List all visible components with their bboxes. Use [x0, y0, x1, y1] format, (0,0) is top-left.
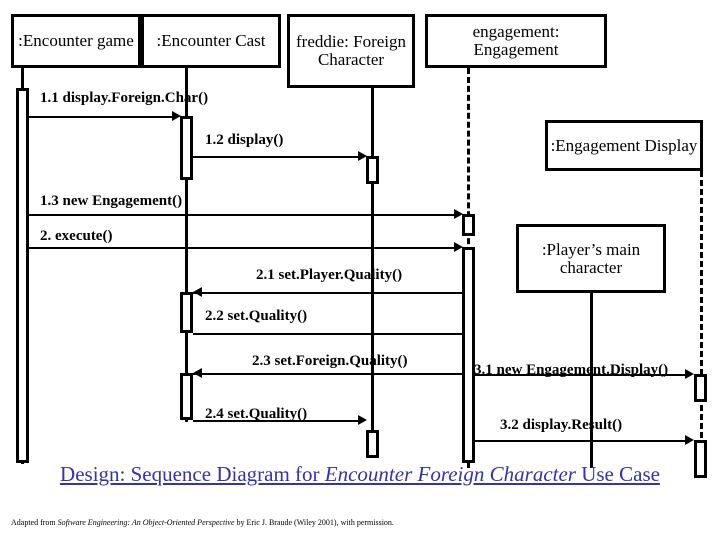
- message-label-1-1: 1.1 display.Foreign.Char(): [40, 90, 209, 106]
- message-line-2-1: [193, 292, 462, 294]
- message-line-2: [28, 247, 458, 249]
- caption-prefix: Design: Sequence Diagram for: [60, 462, 325, 486]
- message-line-3-2: [475, 440, 690, 442]
- message-arrow-1-1: [172, 111, 181, 121]
- note-box-engagement-display[interactable]: :Engagement Display: [545, 120, 703, 171]
- participant-label-engagement: engagement: Engagement: [472, 22, 560, 59]
- message-arrow-1-2: [358, 151, 367, 161]
- footnote-italic: Software Engineering: An Object-Oriented…: [57, 518, 235, 527]
- note-label-engagement-display: :Engagement Display: [550, 135, 698, 155]
- activation-encounter-game-1: [16, 88, 29, 463]
- participant-box-freddie[interactable]: freddie: Foreign Character: [287, 14, 415, 88]
- caption-italic: Encounter Foreign Character: [324, 462, 576, 486]
- footnote-suffix: by Eric J. Braude (Wiley 2001), with per…: [234, 518, 394, 527]
- message-arrow-1-3: [454, 209, 463, 219]
- participant-box-engagement[interactable]: engagement: Engagement: [425, 14, 607, 68]
- sequence-diagram-canvas: :Encounter game :Encounter Cast freddie:…: [0, 0, 720, 540]
- participant-box-encounter-cast[interactable]: :Encounter Cast: [141, 14, 281, 68]
- activation-engagement-2: [462, 247, 475, 463]
- activation-engagement-display-1: [694, 374, 707, 402]
- message-arrow-2-4: [358, 415, 367, 425]
- activation-freddie-2: [366, 430, 379, 458]
- participant-label-freddie: freddie: Foreign Character: [296, 32, 406, 69]
- caption-suffix: Use Case: [575, 462, 660, 486]
- footnote-prefix: Adapted from: [11, 518, 58, 527]
- lifeline-engagement-display: [700, 171, 703, 465]
- message-label-3-2: 3.2 display.Result(): [500, 417, 623, 433]
- participant-label-encounter-game: :Encounter game: [18, 31, 134, 51]
- message-label-2-3: 2.3 set.Foreign.Quality(): [252, 353, 408, 369]
- activation-freddie-1: [366, 156, 379, 184]
- message-line-1-1: [28, 116, 176, 118]
- message-arrow-3-2: [685, 435, 694, 445]
- message-line-2-2: [193, 333, 462, 335]
- message-label-1-3: 1.3 new Engagement(): [40, 193, 183, 209]
- activation-encounter-cast-3: [180, 373, 193, 420]
- participant-box-encounter-game[interactable]: :Encounter game: [11, 14, 141, 68]
- activation-encounter-cast-2: [180, 292, 193, 333]
- message-label-2-2: 2.2 set.Quality(): [205, 308, 308, 324]
- message-arrow-3-1: [685, 369, 694, 379]
- message-line-2-3: [193, 373, 462, 375]
- diagram-footnote: Adapted from Software Engineering: An Ob…: [11, 518, 711, 528]
- message-label-2-4: 2.4 set.Quality(): [205, 406, 308, 422]
- message-label-3-1: 3.1 new Engagement.Display(): [474, 362, 669, 378]
- participant-label-encounter-cast: :Encounter Cast: [156, 31, 266, 51]
- message-line-1-3: [28, 214, 458, 216]
- activation-encounter-cast-1: [180, 116, 193, 180]
- message-arrow-2: [454, 242, 463, 252]
- message-label-2: 2. execute(): [40, 228, 113, 244]
- diagram-caption: Design: Sequence Diagram for Encounter F…: [0, 462, 720, 488]
- message-label-1-2: 1.2 display(): [205, 132, 284, 148]
- message-arrow-2-3: [193, 368, 202, 378]
- note-box-players-main-character[interactable]: :Player’s main character: [516, 224, 666, 293]
- message-line-1-2: [193, 156, 363, 158]
- message-arrow-2-1: [193, 287, 202, 297]
- note-label-players-main-character: :Player’s main character: [541, 239, 641, 277]
- message-label-2-1: 2.1 set.Player.Quality(): [256, 267, 403, 283]
- activation-engagement-1: [462, 214, 475, 236]
